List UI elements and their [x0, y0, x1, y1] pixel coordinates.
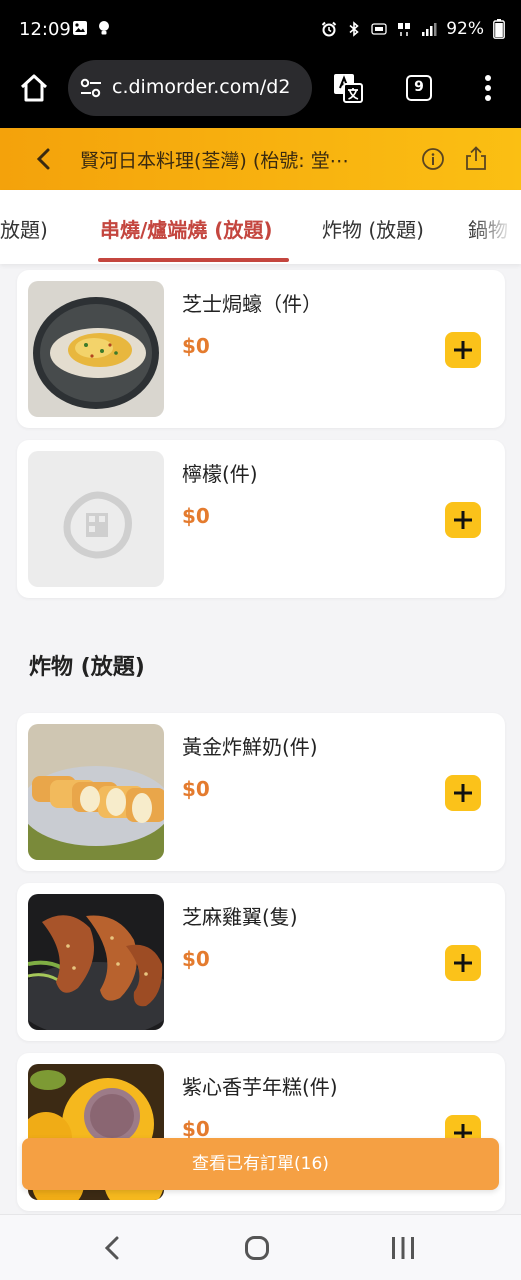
- restaurant-title: 賢河日本料理(荃灣) (枱號: 堂⋯: [80, 150, 349, 172]
- share-icon[interactable]: [464, 145, 488, 171]
- battery-icon: [493, 19, 505, 39]
- section-title-fried: 炸物 (放題): [29, 655, 145, 680]
- system-recent-apps-icon[interactable]: [390, 1236, 416, 1260]
- fried-milk-image: [28, 724, 164, 860]
- placeholder-image: [28, 451, 164, 587]
- tab-switcher-button[interactable]: 9: [406, 75, 432, 101]
- item-name: 芝士焗蠔（件）: [182, 292, 322, 316]
- add-to-cart-button[interactable]: [445, 502, 481, 538]
- menu-item-card[interactable]: 黃金炸鮮奶(件) $0: [17, 713, 505, 871]
- tab-skewers[interactable]: 串燒/爐端燒 (放題): [100, 214, 273, 243]
- tabs-fade: [471, 190, 521, 264]
- url-text[interactable]: c.dimorder.com/d2: [112, 76, 302, 98]
- placeholder-logo-icon: [63, 491, 132, 559]
- tab-previous-category[interactable]: 放題): [0, 214, 48, 243]
- add-to-cart-button[interactable]: [445, 945, 481, 981]
- add-to-cart-button[interactable]: [445, 775, 481, 811]
- active-tab-indicator: [98, 258, 289, 262]
- info-icon[interactable]: [421, 147, 445, 171]
- item-name: 黃金炸鮮奶(件): [182, 735, 318, 759]
- address-bar[interactable]: c.dimorder.com/d2: [68, 60, 312, 116]
- browser-toolbar: c.dimorder.com/d2 9: [0, 58, 521, 128]
- sesame-wings-image: [28, 894, 164, 1030]
- item-price: $0: [182, 334, 210, 358]
- status-bar: 12:09 92%: [0, 0, 521, 58]
- item-name: 芝麻雞翼(隻): [182, 905, 298, 929]
- item-price: $0: [182, 504, 210, 528]
- plus-icon: [454, 784, 472, 802]
- alarm-icon: [321, 21, 337, 37]
- item-name: 紫心香芋年糕(件): [182, 1075, 338, 1099]
- menu-item-card[interactable]: 檸檬(件) $0: [17, 440, 505, 598]
- notification-icons: [72, 20, 112, 36]
- system-back-icon[interactable]: [101, 1235, 125, 1261]
- plus-icon: [454, 954, 472, 972]
- plus-icon: [454, 511, 472, 529]
- menu-item-card[interactable]: 芝麻雞翼(隻) $0: [17, 883, 505, 1041]
- status-indicators: 92%: [321, 19, 505, 39]
- system-home-icon[interactable]: [244, 1235, 270, 1261]
- more-menu-icon[interactable]: [478, 72, 498, 104]
- volte-icon: [371, 23, 387, 35]
- gallery-notification-icon: [73, 21, 87, 35]
- site-settings-icon[interactable]: [80, 78, 102, 98]
- system-navigation-bar: [0, 1214, 521, 1280]
- menu-item-card[interactable]: 芝士焗蠔（件） $0: [17, 270, 505, 428]
- plus-icon: [454, 341, 472, 359]
- bulb-notification-icon: [99, 21, 109, 35]
- translate-icon[interactable]: [332, 72, 364, 104]
- home-icon[interactable]: [18, 72, 50, 104]
- restaurant-header: 賢河日本料理(荃灣) (枱號: 堂⋯: [0, 128, 521, 190]
- signal-icon: [422, 23, 437, 36]
- item-name: 檸檬(件): [182, 462, 258, 486]
- 5g-icon: [398, 23, 411, 36]
- bluetooth-icon: [349, 21, 359, 37]
- back-arrow-icon[interactable]: [30, 145, 58, 173]
- baked-oyster-image: [28, 281, 164, 417]
- category-tabs: 放題) 串燒/爐端燒 (放題) 炸物 (放題) 鍋物: [0, 190, 521, 264]
- menu-list: 芝士焗蠔（件） $0 檸檬(件) $0 炸物 (放題) 黃金炸鮮奶(件) $0 …: [0, 264, 521, 1214]
- view-orders-button[interactable]: 查看已有訂單(16): [22, 1138, 499, 1190]
- battery-percent: 92%: [446, 19, 484, 39]
- item-price: $0: [182, 947, 210, 971]
- item-price: $0: [182, 777, 210, 801]
- tab-fried[interactable]: 炸物 (放題): [322, 214, 424, 243]
- add-to-cart-button[interactable]: [445, 332, 481, 368]
- status-time: 12:09: [19, 19, 71, 40]
